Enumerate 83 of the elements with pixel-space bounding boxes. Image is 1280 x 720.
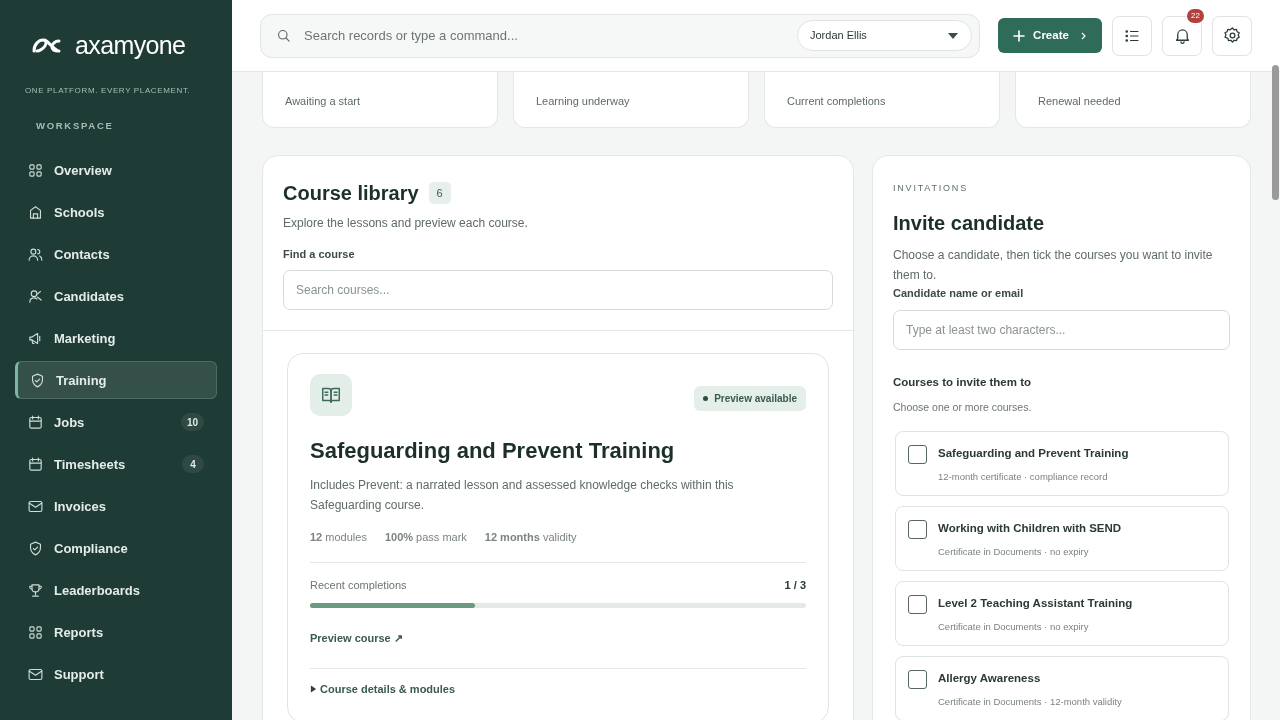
nav-item[interactable]: Schools: [15, 193, 217, 232]
grid-icon: [27, 161, 44, 179]
progress-label: Recent completions: [310, 578, 407, 593]
field-label: Find a course: [283, 247, 356, 262]
nav-item[interactable]: Support: [15, 655, 217, 694]
section-hint: Choose one or more courses.: [893, 400, 1033, 416]
option-detail: Certificate in Documents · no expiry: [938, 620, 1090, 635]
panel-subtitle: Explore the lessons and preview each course.: [283, 215, 529, 232]
shield-check-icon: [29, 371, 46, 389]
option-title: Allergy Awareness: [938, 671, 1042, 686]
nav-item[interactable]: Training: [15, 361, 217, 400]
settings-icon: [1222, 26, 1242, 45]
grid-icon: [27, 623, 44, 641]
count-badge: 6: [428, 182, 451, 204]
stat-label: Current completions: [787, 94, 887, 109]
checkbox[interactable]: [908, 670, 927, 689]
course-title: Safeguarding and Prevent Training: [310, 436, 676, 465]
search-field[interactable]: Search courses...: [283, 269, 833, 310]
chevron-right-icon: [1080, 31, 1087, 40]
nav-item[interactable]: Leaderboards: [15, 571, 217, 610]
course-description: Includes Prevent: a narrated lesson and assessed knowledge checks within this Safeguarding course.: [310, 476, 735, 514]
course-option[interactable]: Allergy Awareness Certificate in Documents · 12-month validity: [895, 656, 1229, 720]
panel-title: Invite candidate: [893, 210, 1046, 236]
section-label: Courses to invite them to: [893, 375, 1033, 390]
option-title: Safeguarding and Prevent Training: [938, 446, 1129, 461]
trophy-icon: [27, 581, 44, 599]
search-field[interactable]: Search records or type a command... Jordan Ellis: [260, 13, 980, 58]
search-icon: [275, 27, 292, 44]
nav-item[interactable]: Jobs 10: [15, 403, 217, 442]
course-meta: 12 modules: [310, 529, 367, 545]
count-badge: 4: [182, 455, 204, 474]
count-badge: 10: [180, 413, 204, 432]
user-icon: [27, 287, 44, 305]
brand-tagline: ONE PLATFORM. EVERY PLACEMENT.: [24, 85, 192, 97]
course-meta: 100% pass mark: [384, 529, 467, 545]
option-title: Working with Children with SEND: [938, 521, 1122, 536]
candidate-field[interactable]: Type at least two characters...: [893, 310, 1230, 350]
building-icon: [27, 203, 44, 221]
option-title: Level 2 Teaching Assistant Training: [938, 596, 1133, 611]
calendar-icon: [27, 413, 44, 431]
panel-title: Course library: [283, 181, 419, 206]
section-eyebrow: INVITATIONS: [893, 182, 969, 195]
nav-item[interactable]: Reports: [15, 613, 217, 652]
course-meta: 12 months validity: [484, 529, 577, 545]
caret-right-icon: [310, 684, 317, 693]
dropdown-caret-icon: [947, 31, 959, 40]
checkbox[interactable]: [908, 595, 927, 614]
nav-item[interactable]: Marketing: [15, 319, 217, 358]
details-toggle[interactable]: Course details & modules: [310, 680, 806, 697]
stat-label: Renewal needed: [1038, 94, 1122, 109]
plus-icon: [1013, 29, 1026, 42]
nav-item[interactable]: Invoices: [15, 487, 217, 526]
stat-label: Awaiting a start: [285, 94, 361, 109]
brand-name: axamyone: [75, 32, 186, 58]
status-badge: Preview available: [694, 385, 806, 411]
course-option[interactable]: Safeguarding and Prevent Training 12-month certificate · compliance record: [895, 431, 1229, 496]
course-option[interactable]: Working with Children with SEND Certificate in Documents · no expiry: [895, 506, 1229, 571]
settings-button[interactable]: [1212, 15, 1252, 56]
nav-item[interactable]: Contacts: [15, 235, 217, 274]
notifications-button[interactable]: [1162, 15, 1202, 56]
calendar-icon: [27, 455, 44, 473]
nav-item[interactable]: Timesheets 4: [15, 445, 217, 484]
field-label: Candidate name or email: [893, 285, 1025, 301]
nav-item[interactable]: Candidates: [15, 277, 217, 316]
option-detail: 12-month certificate · compliance record: [938, 470, 1109, 485]
preview-link[interactable]: Preview course ↗: [310, 631, 403, 644]
user-select[interactable]: Jordan Ellis: [797, 20, 972, 51]
panel-description: Choose a candidate, then tick the courses you want to invite them to.: [893, 246, 1214, 284]
option-detail: Certificate in Documents · 12-month validity: [938, 695, 1122, 710]
section-label: WORKSPACE: [35, 119, 115, 133]
progress-reading: 1 / 3: [784, 578, 806, 593]
course-option[interactable]: Level 2 Teaching Assistant Training Certificate in Documents · no expiry: [895, 581, 1229, 646]
notification-count: 22: [1187, 8, 1204, 23]
checkbox[interactable]: [908, 445, 927, 464]
task-list-button[interactable]: [1112, 15, 1152, 56]
nav-item[interactable]: Compliance: [15, 529, 217, 568]
create-button[interactable]: Create: [998, 18, 1102, 53]
scrollbar-thumb[interactable]: [1272, 65, 1279, 200]
nav-item[interactable]: Overview: [15, 151, 217, 190]
shield-check-icon: [27, 539, 44, 557]
option-detail: Certificate in Documents · no expiry: [938, 545, 1090, 560]
stat-label: Learning underway: [536, 94, 631, 109]
checkbox[interactable]: [908, 520, 927, 539]
